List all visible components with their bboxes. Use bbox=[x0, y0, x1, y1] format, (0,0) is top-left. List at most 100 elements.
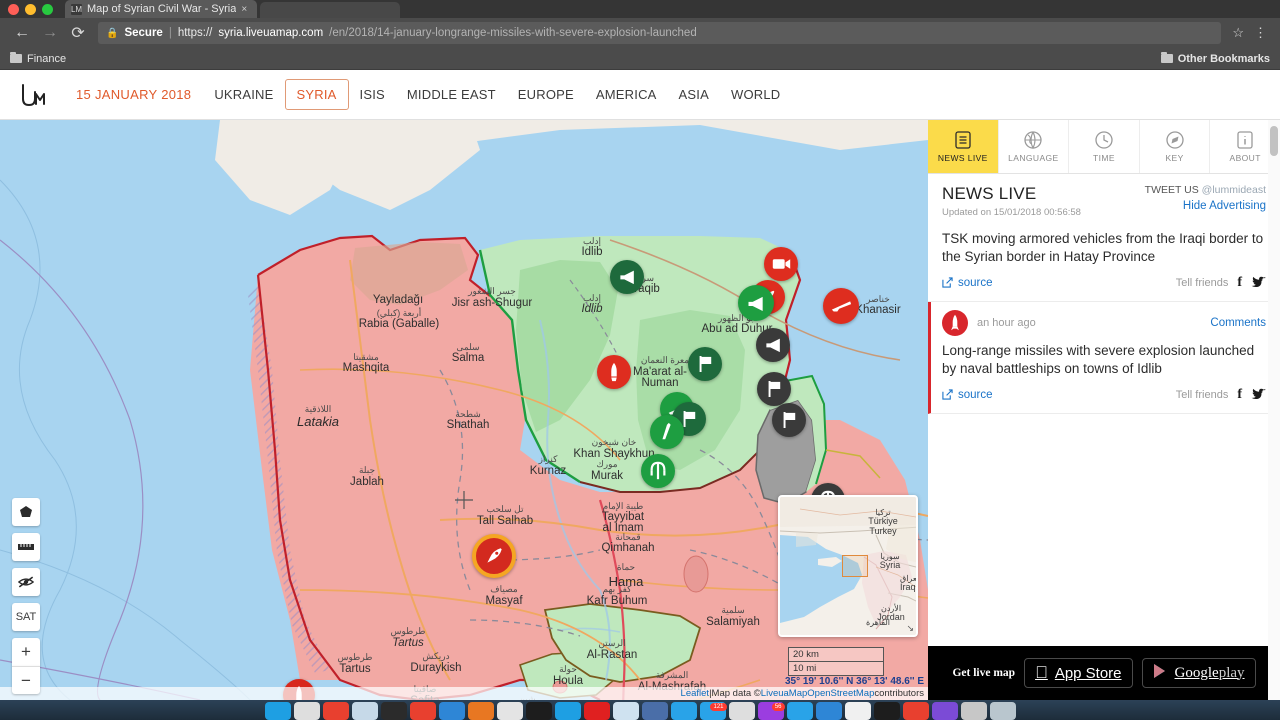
nav-syria[interactable]: SYRIA bbox=[284, 79, 349, 110]
news-comments-link[interactable]: Comments bbox=[1210, 317, 1266, 329]
minimap-resize-handle[interactable]: ↘ bbox=[906, 623, 914, 634]
nav-europe[interactable]: EUROPE bbox=[507, 81, 585, 108]
address-bar[interactable]: 🔒 Secure | https:// syria.liveuamap.com/e… bbox=[98, 22, 1222, 44]
ruler-tool-button[interactable] bbox=[12, 533, 40, 561]
nav-america[interactable]: AMERICA bbox=[585, 81, 668, 108]
cloud-icon[interactable] bbox=[351, 702, 378, 720]
marker-megaphone-idlib[interactable] bbox=[610, 260, 644, 294]
mail-icon[interactable] bbox=[844, 702, 871, 720]
marker-flag-green-1[interactable] bbox=[688, 347, 722, 381]
marker-sword-green[interactable] bbox=[650, 415, 684, 449]
nav-middle-east[interactable]: MIDDLE EAST bbox=[396, 81, 507, 108]
dashboard-icon[interactable] bbox=[496, 702, 523, 720]
close-window-button[interactable] bbox=[8, 3, 19, 15]
page-scrollbar-thumb[interactable] bbox=[1270, 126, 1278, 156]
minimap[interactable]: تركيا Türkiye Turkey سوريا Syria العراق … bbox=[778, 495, 918, 637]
nav-ukraine[interactable]: UKRAINE bbox=[203, 81, 284, 108]
marker-megaphone-green[interactable] bbox=[738, 285, 774, 321]
news-source-link[interactable]: source bbox=[942, 389, 993, 401]
marker-megaphone-grey[interactable] bbox=[756, 328, 790, 362]
finder-icon[interactable] bbox=[264, 702, 291, 720]
bookmark-finance[interactable]: Finance bbox=[10, 52, 66, 65]
calendar-icon[interactable] bbox=[583, 702, 610, 720]
xcode-icon[interactable] bbox=[641, 702, 668, 720]
photos-icon[interactable] bbox=[670, 702, 697, 720]
browser-menu-icon[interactable]: ⋮ bbox=[1249, 25, 1272, 41]
keynote-icon[interactable] bbox=[815, 702, 842, 720]
google-play-button[interactable]: Googleplay bbox=[1141, 658, 1256, 688]
news-icon[interactable] bbox=[873, 702, 900, 720]
messages-icon[interactable]: 121 bbox=[699, 702, 727, 720]
skype-icon[interactable] bbox=[728, 702, 755, 720]
marker-rifle-red[interactable] bbox=[823, 288, 859, 324]
hide-advertising-link[interactable]: Hide Advertising bbox=[1145, 200, 1266, 212]
music-icon[interactable] bbox=[902, 702, 929, 720]
news-item[interactable]: an hour ago Comments Long-range missiles… bbox=[928, 301, 1280, 414]
tab-close-icon[interactable]: × bbox=[241, 4, 247, 15]
terminal-icon[interactable] bbox=[380, 702, 407, 720]
marker-video-red[interactable] bbox=[764, 247, 798, 281]
eye-slash-icon bbox=[18, 576, 34, 588]
tab-time[interactable]: TIME bbox=[1069, 120, 1140, 173]
attribution-leaflet-link[interactable]: Leaflet bbox=[681, 688, 710, 699]
trash-icon[interactable] bbox=[989, 702, 1016, 720]
twitter-icon[interactable] bbox=[1251, 276, 1266, 289]
zoom-in-button[interactable]: + bbox=[12, 638, 40, 666]
opera-icon[interactable] bbox=[409, 702, 436, 720]
page-scrollbar[interactable] bbox=[1268, 120, 1280, 700]
dropbox-icon[interactable] bbox=[554, 702, 581, 720]
nav-world[interactable]: WORLD bbox=[720, 81, 791, 108]
downloads-icon[interactable] bbox=[960, 702, 987, 720]
minimap-viewport-box[interactable] bbox=[842, 555, 868, 577]
marker-tree-green[interactable] bbox=[641, 454, 675, 488]
satellite-toggle-button[interactable]: SAT bbox=[12, 603, 40, 631]
nav-asia[interactable]: ASIA bbox=[668, 81, 720, 108]
forward-button[interactable]: → bbox=[36, 19, 64, 47]
marker-bomb-red[interactable] bbox=[597, 355, 631, 389]
nav-isis[interactable]: ISIS bbox=[349, 81, 396, 108]
marker-rocket-highlight[interactable] bbox=[472, 534, 516, 578]
bookmark-other[interactable]: Other Bookmarks bbox=[1160, 52, 1270, 65]
facebook-icon[interactable]: f bbox=[1237, 387, 1242, 403]
news-source-label: source bbox=[958, 276, 993, 289]
marker-flag-grey-2[interactable] bbox=[772, 403, 806, 437]
firefox-icon[interactable] bbox=[467, 702, 494, 720]
tell-friends-label: Tell friends bbox=[1175, 388, 1229, 401]
attribution-liveuamap-link[interactable]: LiveuaMap bbox=[761, 688, 807, 699]
safari-icon[interactable] bbox=[438, 702, 465, 720]
news-list[interactable]: TSK moving armored vehicles from the Ira… bbox=[928, 222, 1280, 646]
chrome-icon[interactable] bbox=[322, 702, 349, 720]
bookmark-star-icon[interactable]: ☆ bbox=[1227, 25, 1249, 41]
launchpad-icon[interactable] bbox=[293, 702, 320, 720]
podcast-icon[interactable] bbox=[931, 702, 958, 720]
liveuamap-logo[interactable] bbox=[14, 82, 52, 108]
twitter-icon[interactable] bbox=[1251, 388, 1266, 401]
telegram-icon[interactable] bbox=[786, 702, 813, 720]
maximize-window-button[interactable] bbox=[42, 3, 53, 15]
itunes-icon[interactable]: 56 bbox=[757, 702, 785, 720]
tab-language[interactable]: LANGUAGE bbox=[999, 120, 1070, 173]
minimize-window-button[interactable] bbox=[25, 3, 36, 15]
reload-button[interactable]: ⟳ bbox=[64, 19, 92, 47]
app-store-button[interactable]:  App Store bbox=[1024, 658, 1133, 688]
polygon-tool-button[interactable] bbox=[12, 498, 40, 526]
map-canvas[interactable]: Yayladağı إدلب Idlib سراقب Saraqib إدلب … bbox=[0, 120, 928, 700]
zoom-out-button[interactable]: − bbox=[12, 666, 40, 694]
tab-news-live[interactable]: NEWS LIVE bbox=[928, 120, 999, 173]
browser-tab-active[interactable]: LM Map of Syrian Civil War - Syria × bbox=[65, 0, 258, 18]
browser-tab-inactive[interactable] bbox=[260, 2, 401, 18]
console-icon[interactable] bbox=[525, 702, 552, 720]
tweet-handle[interactable]: @lummideast bbox=[1202, 184, 1266, 196]
preview-icon[interactable] bbox=[612, 702, 639, 720]
news-item[interactable]: TSK moving armored vehicles from the Ira… bbox=[928, 222, 1280, 302]
news-share: Tell friends f bbox=[1176, 275, 1266, 291]
marker-flag-grey-1[interactable] bbox=[757, 372, 791, 406]
tab-key[interactable]: KEY bbox=[1140, 120, 1211, 173]
attribution-osm-link[interactable]: OpenStreetMap bbox=[807, 688, 874, 699]
tweet-us[interactable]: TWEET US @lummideast bbox=[1145, 184, 1266, 196]
hide-markers-button[interactable] bbox=[12, 568, 40, 596]
facebook-icon[interactable]: f bbox=[1237, 275, 1242, 291]
back-button[interactable]: ← bbox=[8, 19, 36, 47]
news-source-link[interactable]: source bbox=[942, 277, 993, 289]
info-icon bbox=[1235, 130, 1255, 150]
